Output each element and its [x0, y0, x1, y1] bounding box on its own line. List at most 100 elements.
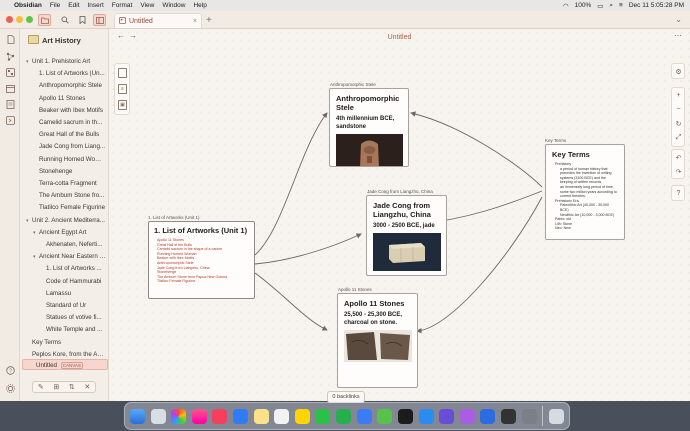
tree-item[interactable]: 1. List of Artworks ... — [40, 263, 106, 274]
tree-item[interactable]: Statues of votive fi... — [40, 312, 106, 323]
new-media-icon[interactable]: ▣ — [118, 100, 127, 110]
settings-icon[interactable] — [5, 383, 15, 393]
messages-icon[interactable] — [315, 408, 331, 424]
tree-item[interactable]: ▾ Ancient Egypt Art — [33, 227, 106, 238]
menu-file[interactable]: File — [50, 2, 60, 9]
launchpad-icon[interactable] — [150, 408, 166, 424]
new-folder-icon[interactable]: ⊞ — [53, 383, 59, 391]
translate-icon[interactable] — [480, 408, 496, 424]
tree-item[interactable]: Akhenaten, Neferti... — [40, 239, 106, 250]
mail-icon[interactable] — [356, 408, 372, 424]
fit-icon[interactable]: ⤢ — [673, 132, 684, 143]
zoom-window-button[interactable] — [26, 16, 33, 23]
vault-header[interactable]: Art History — [20, 29, 109, 51]
card-key-terms[interactable]: Key Terms Prehistory a period of human hi… — [545, 144, 625, 240]
tree-item[interactable]: ▾ Unit 1. Prehistoric Art — [26, 56, 106, 67]
menu-app-name[interactable]: Obsidian — [14, 2, 42, 9]
card-apollo-11-stones[interactable]: Apollo 11 Stones 25,500 - 25,300 BCE, ch… — [337, 293, 418, 388]
tree-item[interactable]: ▾ Ancient Near Eastern Art — [33, 251, 106, 262]
sidebar-toggle-icon[interactable] — [93, 14, 106, 26]
tree-item[interactable]: Code of Hammurabi — [40, 276, 106, 287]
graph-icon[interactable] — [5, 51, 15, 61]
search-icon[interactable] — [58, 14, 71, 26]
battery-icon[interactable]: ▭ — [597, 2, 603, 10]
tree-item[interactable]: ▾ Unit 2. Ancient Mediterra... — [26, 215, 106, 226]
card-list-of-artworks[interactable]: 1. List of Artworks (Unit 1) Apollo 11 S… — [148, 221, 255, 299]
tree-item[interactable]: Great Hall of the Bulls — [33, 129, 106, 140]
tree-item[interactable]: Beaker with Ibex Motifs — [33, 105, 106, 116]
tree-item[interactable]: Tlatilco Female Figurine — [33, 202, 106, 213]
tab-close-icon[interactable]: × — [193, 18, 197, 25]
trash-icon[interactable] — [548, 408, 564, 424]
control-center-icon[interactable]: ≡ — [619, 2, 623, 9]
activity-monitor-icon[interactable] — [500, 408, 516, 424]
facetime-icon[interactable] — [336, 408, 352, 424]
reminders-icon[interactable] — [274, 408, 290, 424]
menu-format[interactable]: Format — [112, 2, 133, 9]
close-window-button[interactable] — [6, 16, 13, 23]
tree-item[interactable]: White Temple and ... — [40, 324, 106, 335]
notes-icon[interactable] — [253, 408, 269, 424]
clock[interactable]: Dec 11 5:05:28 PM — [629, 2, 684, 9]
new-note-icon[interactable]: ✎ — [38, 383, 44, 391]
search-icon[interactable]: ⌕ — [609, 2, 613, 10]
folder-icon[interactable] — [38, 14, 51, 26]
minimize-window-button[interactable] — [16, 16, 23, 23]
podcasts-icon[interactable] — [459, 408, 475, 424]
collapse-icon[interactable]: ✕ — [84, 383, 90, 391]
command-icon[interactable] — [5, 115, 15, 125]
bookmark-icon[interactable] — [76, 14, 89, 26]
tree-item[interactable]: Lamassu — [40, 288, 106, 299]
tree-item[interactable]: Apollo 11 Stones — [33, 93, 106, 104]
new-card-icon[interactable] — [118, 68, 127, 78]
kakaotalk-icon[interactable] — [294, 408, 310, 424]
tree-item[interactable]: Jade Cong from Liang... — [33, 141, 106, 152]
zoom-out-icon[interactable]: − — [673, 104, 684, 115]
tab-untitled[interactable]: Untitled × — [114, 13, 202, 28]
settings-icon[interactable]: ⚙ — [673, 66, 684, 77]
tree-item[interactable]: Key Terms — [26, 337, 106, 348]
menu-help[interactable]: Help — [193, 2, 206, 9]
instagram-icon[interactable] — [191, 408, 207, 424]
menu-edit[interactable]: Edit — [68, 2, 79, 9]
files-icon[interactable] — [5, 34, 15, 44]
zoom-in-icon[interactable]: + — [673, 90, 684, 101]
chatgpt-icon[interactable] — [397, 408, 413, 424]
card-anthropomorphic-stele[interactable]: Anthropomorphic Stele 4th millennium BCE… — [329, 88, 409, 167]
obsidian-icon[interactable] — [439, 408, 455, 424]
help-icon[interactable]: ? — [673, 188, 684, 199]
duolingo-icon[interactable] — [377, 408, 393, 424]
tree-item-untitled[interactable]: Untitled CANVAS — [22, 359, 108, 370]
reset-zoom-icon[interactable]: ↻ — [673, 118, 684, 129]
sort-icon[interactable]: ⇅ — [69, 383, 75, 391]
artwork-link[interactable]: Tlatilco Female Figurine — [154, 279, 249, 284]
tree-item[interactable]: Standard of Ur — [40, 300, 106, 311]
new-note-icon[interactable]: ≡ — [118, 84, 127, 94]
app-store-icon[interactable] — [233, 408, 249, 424]
canvas-view[interactable]: ← → Untitled ⋯ ≡ ▣ ⚙ + − ↻ ⤢ ↶ ↷ ? 1. Li… — [109, 29, 690, 403]
tree-item[interactable]: Stonehenge — [33, 166, 106, 177]
tree-item[interactable]: The Ambum Stone fro... — [33, 190, 106, 201]
photos-icon[interactable] — [171, 408, 187, 424]
chevron-down-icon[interactable]: ⌄ — [675, 15, 682, 24]
tree-item[interactable]: Camelid sacrum in th... — [33, 117, 106, 128]
tree-item[interactable]: Anthropomorphic Stele — [33, 80, 106, 91]
finder-icon[interactable] — [130, 408, 145, 424]
templates-icon[interactable] — [5, 99, 15, 109]
tree-item[interactable]: 1. List of Artworks (Un... — [33, 68, 106, 79]
system-settings-icon[interactable] — [521, 408, 537, 424]
menu-insert[interactable]: Insert — [88, 2, 104, 9]
wifi-icon[interactable]: ◠ — [563, 2, 569, 10]
canvas-icon[interactable] — [5, 67, 15, 77]
undo-icon[interactable]: ↶ — [673, 152, 684, 163]
menu-window[interactable]: Window — [162, 2, 185, 9]
calendar-icon[interactable] — [5, 83, 15, 93]
help-icon[interactable]: ? — [5, 365, 15, 375]
tree-item[interactable]: Terra-cotta Fragment — [33, 178, 106, 189]
redo-icon[interactable]: ↷ — [673, 166, 684, 177]
card-jade-cong[interactable]: Jade Cong from Liangzhu, China 3000 - 25… — [366, 195, 447, 276]
testflight-icon[interactable] — [418, 408, 434, 424]
tree-item[interactable]: Running Horned Woman — [33, 154, 106, 165]
new-tab-button[interactable]: + — [206, 15, 212, 26]
music-icon[interactable] — [212, 408, 228, 424]
